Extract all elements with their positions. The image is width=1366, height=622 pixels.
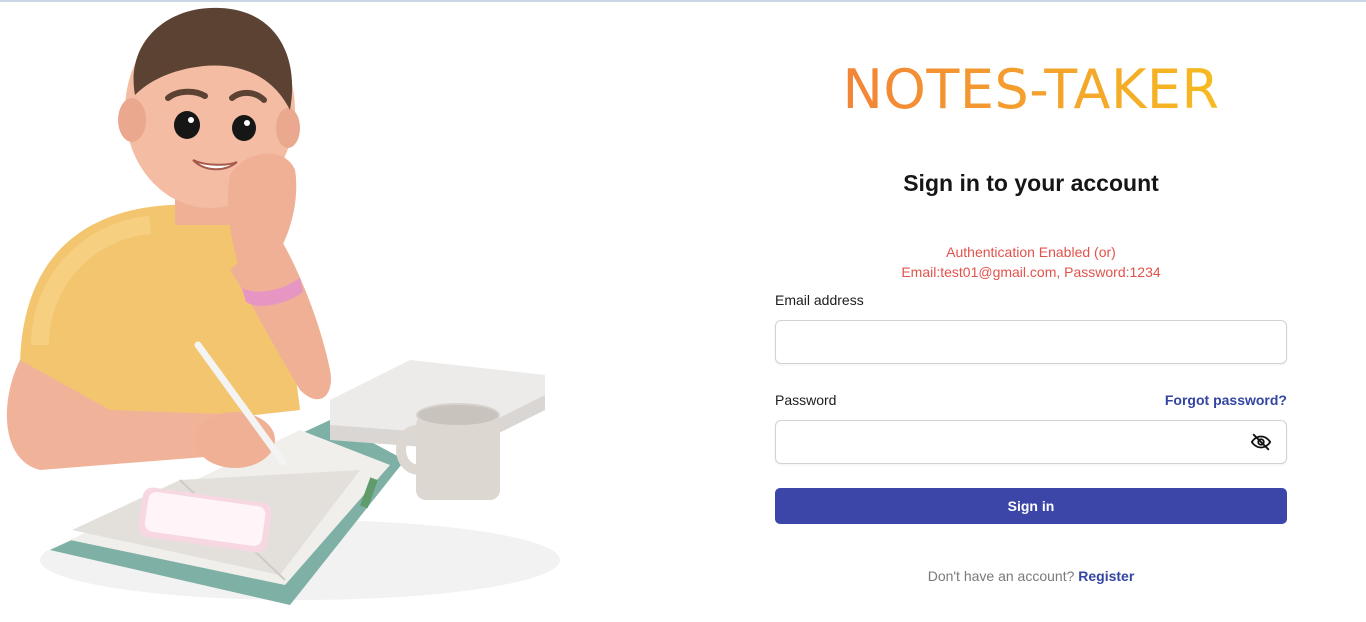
hero-illustration [6, 7, 560, 605]
password-input[interactable] [776, 421, 1264, 461]
register-link[interactable]: Register [1078, 568, 1134, 584]
brand-title: NOTES-TAKER [775, 58, 1287, 123]
auth-notice-line-2: Email:test01@gmail.com, Password:1234 [901, 264, 1161, 280]
email-label: Email address [775, 292, 864, 308]
eye-off-icon[interactable] [1250, 431, 1272, 453]
auth-notice: Authentication Enabled (or) Email:test01… [775, 242, 1287, 282]
register-prompt: Don't have an account? Register [775, 568, 1287, 584]
auth-notice-line-1: Authentication Enabled (or) [946, 244, 1116, 260]
register-prompt-text: Don't have an account? [927, 568, 1075, 584]
password-field[interactable] [775, 420, 1287, 464]
page-title: Sign in to your account [903, 170, 1159, 196]
email-input[interactable] [776, 321, 1264, 361]
email-field[interactable] [775, 320, 1287, 364]
password-label: Password [775, 392, 837, 408]
forgot-password-link[interactable]: Forgot password? [1165, 392, 1287, 408]
sign-in-button[interactable]: Sign in [775, 488, 1287, 524]
